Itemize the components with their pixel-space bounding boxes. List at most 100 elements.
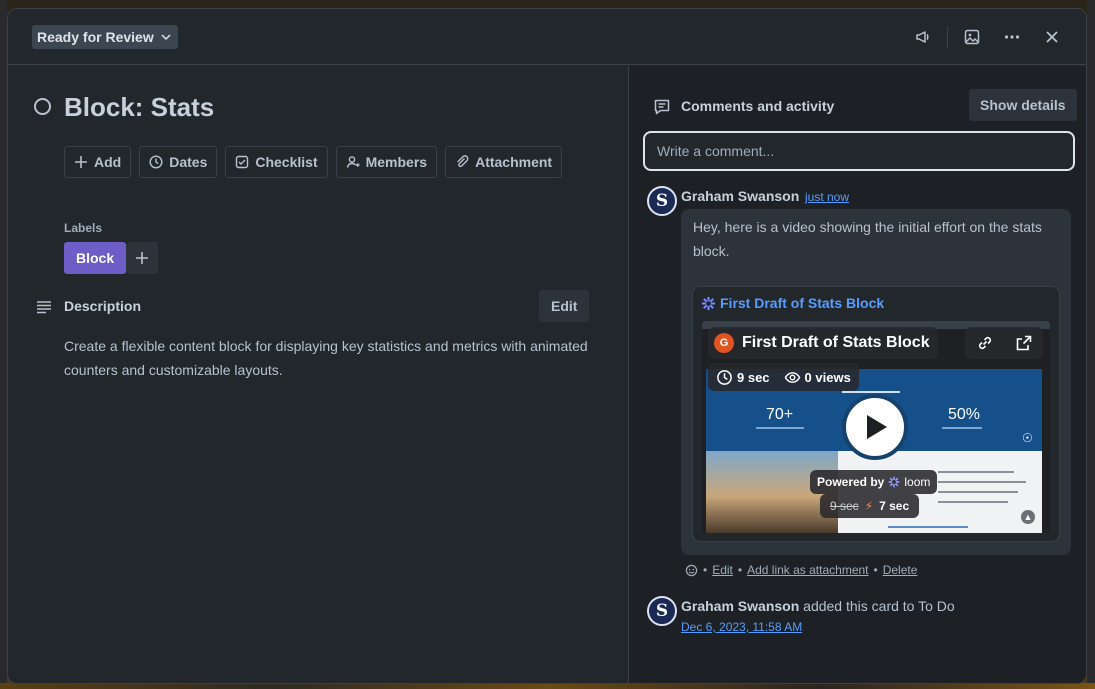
video-title: First Draft of Stats Block [742,334,930,351]
card-modal: Ready for Review Block: Stats Add Dates … [7,8,1087,684]
event-text: added this card to To Do [803,598,955,614]
description-heading: Description [64,298,142,314]
video-stat-right-caption [942,427,982,429]
attachment-label: Attachment [475,154,553,170]
powered-by-badge: Powered by loom [810,470,938,494]
complete-toggle[interactable] [34,98,51,115]
video-text-line [938,501,1008,503]
link-embed[interactable]: First Draft of Stats Block 70+ 50% ☉ G F… [692,286,1060,542]
video-player[interactable]: 70+ 50% ☉ G First Draft of Stats Block 9… [702,321,1050,533]
header-divider [947,27,948,47]
avatar[interactable]: S [647,596,677,626]
video-stat-left: 70+ [766,406,794,423]
video-text-line [938,481,1026,483]
members-label: Members [365,154,428,170]
attachment-button[interactable]: Attachment [445,146,563,178]
video-stat-right: 50% [948,406,981,423]
avatar[interactable]: S [647,186,677,216]
add-button[interactable]: Add [64,146,132,178]
clock-icon [149,155,163,169]
bolt-icon: ⚡ [864,499,874,513]
activity-panel: Comments and activity Show details Write… [628,66,1086,683]
description-text[interactable]: Create a flexible content block for disp… [64,334,594,382]
comment-delete-link[interactable]: Delete [883,563,918,577]
event-time[interactable]: Dec 6, 2023, 11:58 AM [681,620,802,634]
fast-time: 7 sec [879,499,910,513]
status-dropdown[interactable]: Ready for Review [32,25,178,49]
labels-heading: Labels [64,221,103,235]
image-icon [964,29,980,45]
checklist-button[interactable]: Checklist [225,146,328,178]
comment-time[interactable]: just now [805,190,849,204]
event-author[interactable]: Graham Swanson [681,598,799,614]
creator-badge: G [714,333,734,353]
add-label-button[interactable] [126,242,158,274]
embed-title[interactable]: First Draft of Stats Block [701,295,884,311]
close-button[interactable] [1036,23,1068,51]
megaphone-icon [916,31,929,43]
card-details-panel: Block: Stats Add Dates Checklist Members… [8,66,628,683]
plus-icon [75,156,87,168]
clock-icon [717,369,732,385]
comment-icon [654,99,670,115]
separator-dot: • [703,563,708,577]
comment-body: Hey, here is a video showing the initial… [681,209,1071,555]
add-label: Add [94,154,122,170]
add-link-as-attachment-link[interactable]: Add link as attachment [747,563,868,577]
description-edit-button[interactable]: Edit [539,290,590,322]
more-icon [1004,35,1020,39]
loom-brand: loom [904,475,931,489]
show-details-button[interactable]: Show details [969,89,1077,121]
paperclip-icon [457,155,469,168]
more-button[interactable] [996,23,1028,51]
eye-icon [784,371,800,383]
dates-label: Dates [169,154,208,170]
comment-actions: • Edit • Add link as attachment • Delete [685,563,917,577]
plus-icon [136,252,148,264]
video-link-actions [965,327,1043,359]
loom-icon [889,476,900,488]
card-actions: Add Dates Checklist Members Attachment [64,146,563,178]
play-icon [867,415,887,439]
video-stats-overlay: 9 sec 0 views [708,363,859,391]
embed-title-text: First Draft of Stats Block [720,295,885,311]
members-button[interactable]: Members [335,146,438,178]
label-block[interactable]: Block [64,242,127,274]
description-icon [37,301,51,314]
comment-author[interactable]: Graham Swanson [681,188,799,204]
video-stat-left-caption [756,427,804,429]
status-label: Ready for Review [37,29,154,45]
speed-badge: 9 sec ⚡ 7 sec [820,494,920,518]
original-time: 9 sec [830,499,859,513]
accessibility-icon: ☉ [1022,431,1033,445]
close-icon [1046,31,1058,43]
chevron-down-icon [161,34,171,41]
external-link-icon[interactable] [1015,334,1033,352]
checklist-icon [236,155,249,169]
comment-text: Hey, here is a video showing the initial… [693,219,1042,259]
emoji-reaction-icon[interactable] [685,564,698,577]
comment-input[interactable]: Write a comment... [643,131,1075,171]
checklist-label: Checklist [255,154,318,170]
separator-dot: • [737,563,743,577]
video-title-overlay: G First Draft of Stats Block [708,327,938,359]
play-button[interactable] [842,394,908,460]
modal-header: Ready for Review [8,9,1086,65]
powered-by-text: Powered by [817,475,885,489]
dates-button[interactable]: Dates [139,146,218,178]
header-actions [899,23,1068,51]
link-icon[interactable] [976,334,994,352]
cover-image-button[interactable] [956,23,988,51]
video-text-line [938,471,1014,473]
video-duration: 9 sec [737,369,770,385]
comment-edit-link[interactable]: Edit [712,563,733,577]
separator-dot: • [873,563,878,577]
video-link-line [888,526,968,528]
video-heading-line [842,391,900,393]
backdrop-right [1087,0,1095,689]
megaphone-button[interactable] [907,23,939,51]
card-title[interactable]: Block: Stats [64,92,214,123]
loom-icon [701,296,716,310]
backdrop-left [0,0,7,689]
video-text-line [938,491,1018,493]
